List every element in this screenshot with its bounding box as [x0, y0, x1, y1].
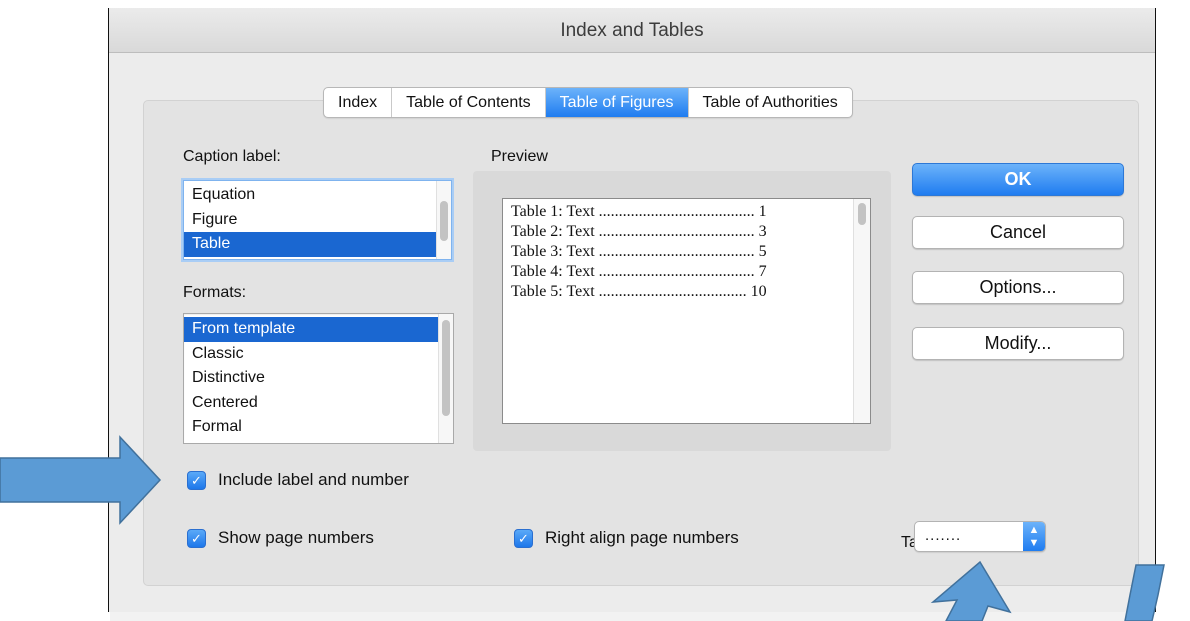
left-pointer-arrow	[0, 435, 162, 525]
annotation-arrows	[0, 435, 1165, 621]
curved-arrow-head	[930, 560, 1012, 621]
curved-arrow-tail	[1124, 564, 1165, 621]
